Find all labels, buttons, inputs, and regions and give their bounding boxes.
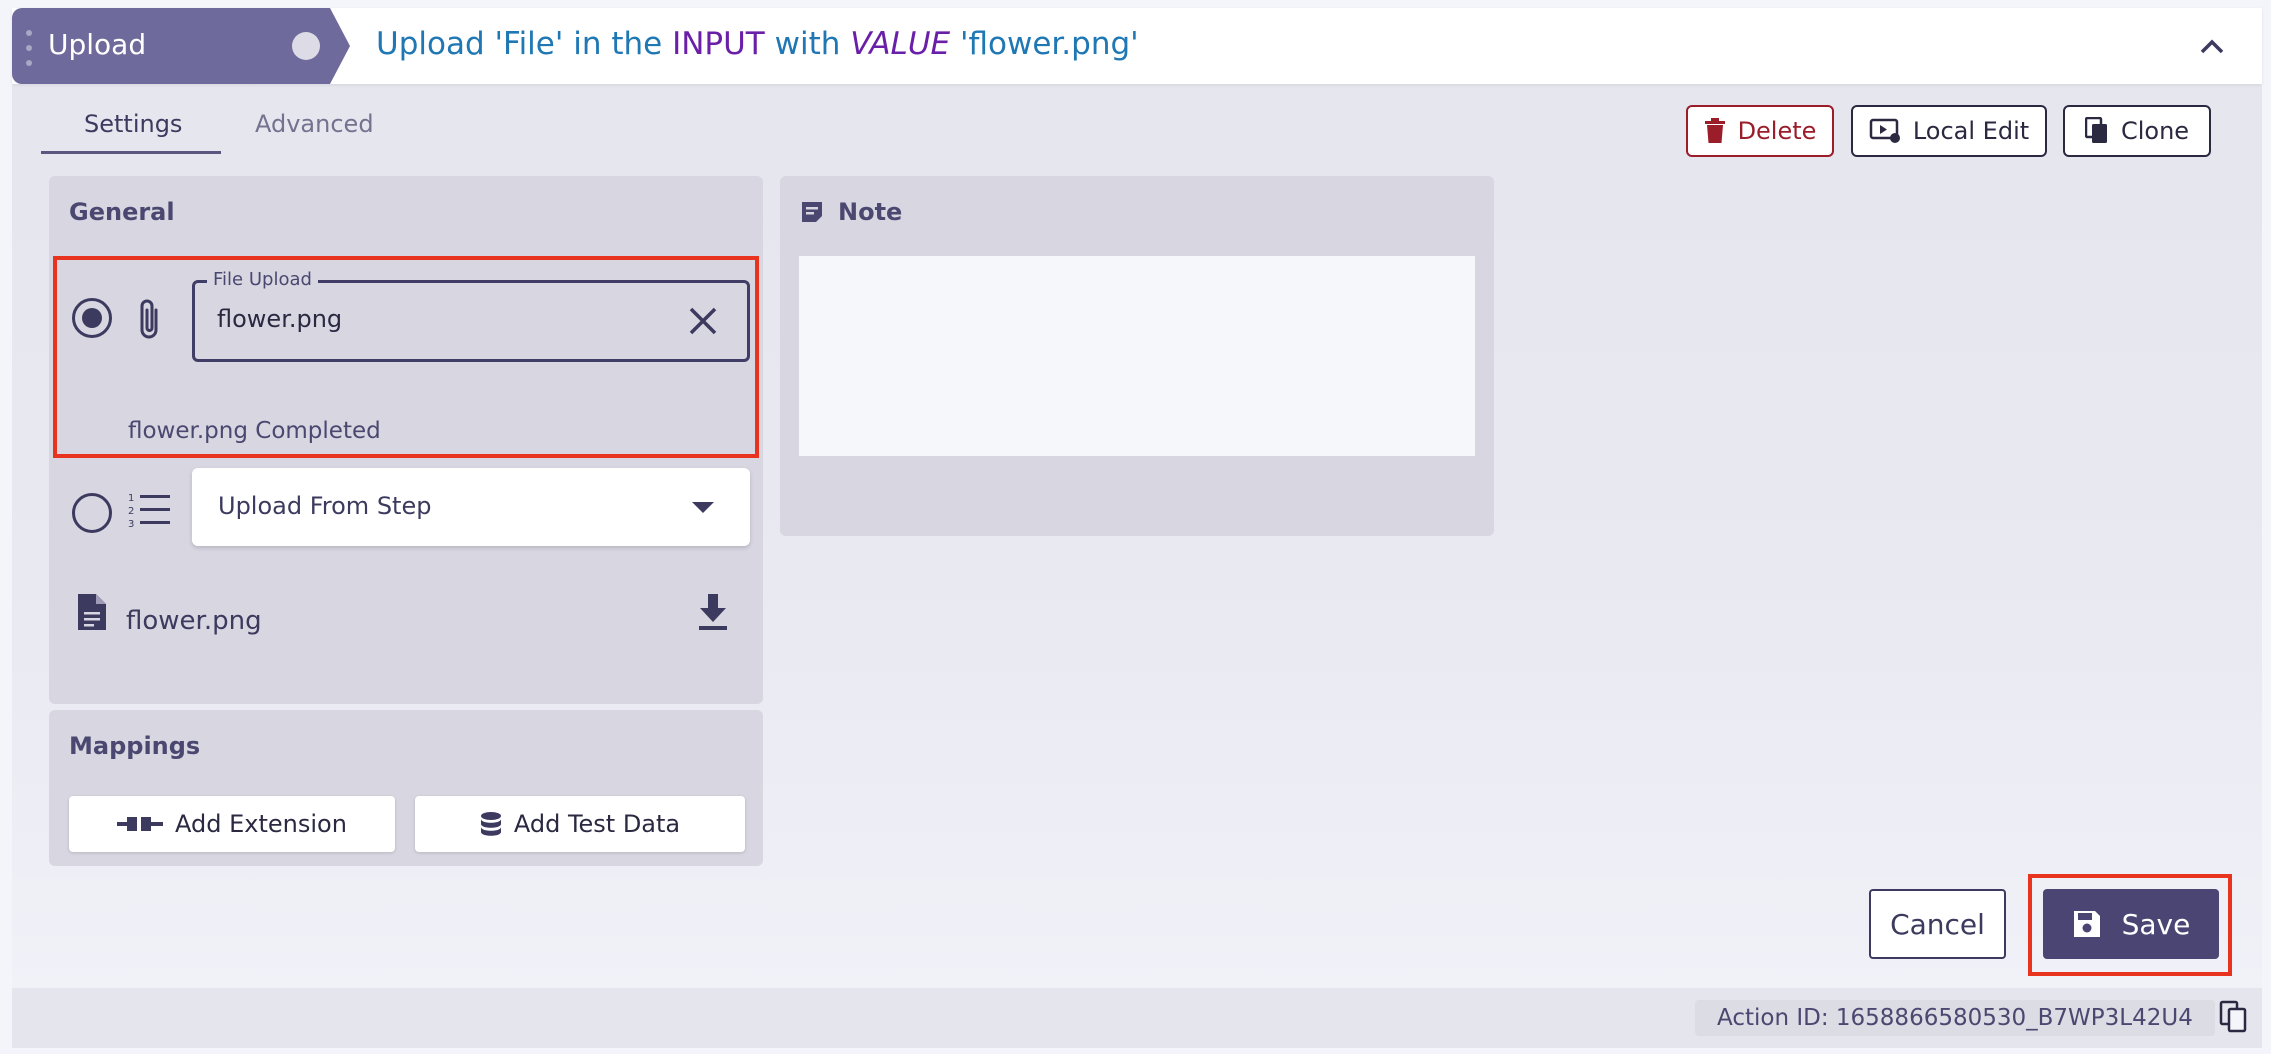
local-edit-button[interactable]: Local Edit bbox=[1851, 105, 2047, 157]
add-test-data-button[interactable]: Add Test Data bbox=[415, 796, 745, 852]
copy-action-id-icon[interactable] bbox=[2219, 1000, 2253, 1036]
plug-extension-icon bbox=[117, 815, 164, 833]
note-textarea[interactable] bbox=[799, 256, 1475, 456]
step-description-file: 'flower.png' bbox=[950, 26, 1139, 62]
status-dot-icon bbox=[292, 32, 320, 60]
clear-close-icon[interactable] bbox=[683, 301, 723, 341]
action-id-text: Action ID: 1658866580530_B7WP3L42U4 bbox=[1695, 1000, 2215, 1036]
file-upload-legend: File Upload bbox=[207, 269, 318, 290]
step-description-value-label: VALUE bbox=[850, 26, 951, 62]
step-description-text: Upload 'File' in the bbox=[376, 26, 673, 62]
database-icon bbox=[480, 811, 502, 837]
paperclip-icon bbox=[136, 298, 164, 342]
caret-down-icon bbox=[692, 502, 714, 513]
mappings-title: Mappings bbox=[69, 732, 201, 760]
collapse-chevron-up-icon[interactable] bbox=[2192, 28, 2232, 64]
save-button[interactable]: Save bbox=[2043, 889, 2219, 959]
download-icon[interactable] bbox=[696, 592, 730, 632]
local-edit-label: Local Edit bbox=[1912, 117, 2030, 145]
svg-text:3: 3 bbox=[128, 519, 134, 530]
copy-icon bbox=[2084, 117, 2109, 145]
step-editor: Upload Upload 'File' in the INPUT with V… bbox=[12, 8, 2262, 1048]
add-test-data-label: Add Test Data bbox=[513, 810, 681, 838]
file-upload-value: flower.png bbox=[217, 305, 343, 333]
file-document-icon bbox=[76, 592, 108, 632]
svg-text:1: 1 bbox=[128, 493, 134, 504]
action-type-label: Upload bbox=[48, 28, 147, 61]
tab-active-indicator bbox=[41, 151, 221, 154]
step-description-element: INPUT bbox=[672, 26, 765, 62]
delete-button[interactable]: Delete bbox=[1686, 105, 1834, 157]
drag-handle-icon[interactable] bbox=[26, 30, 32, 66]
file-upload-field[interactable]: File Upload flower.png bbox=[192, 269, 750, 362]
add-extension-button[interactable]: Add Extension bbox=[69, 796, 395, 852]
step-description: Upload 'File' in the INPUT with VALUE 'f… bbox=[376, 26, 1139, 62]
local-edit-icon bbox=[1869, 118, 1901, 144]
general-title: General bbox=[69, 198, 175, 226]
save-label: Save bbox=[2121, 907, 2191, 941]
step-header: Upload Upload 'File' in the INPUT with V… bbox=[12, 8, 2262, 84]
upload-from-step-radio[interactable] bbox=[72, 493, 112, 533]
tab-advanced[interactable]: Advanced bbox=[255, 110, 374, 138]
upload-status-text: flower.png Completed bbox=[128, 418, 381, 444]
action-type-pill[interactable]: Upload bbox=[12, 8, 350, 84]
upload-from-step-value: Upload From Step bbox=[218, 492, 432, 520]
clone-button[interactable]: Clone bbox=[2063, 105, 2211, 157]
add-extension-label: Add Extension bbox=[175, 810, 347, 838]
step-description-with: with bbox=[764, 26, 851, 62]
file-upload-radio[interactable] bbox=[72, 298, 112, 338]
numbered-list-icon: 1 2 3 bbox=[128, 490, 172, 530]
cancel-button[interactable]: Cancel bbox=[1869, 889, 2006, 959]
clone-label: Clone bbox=[2120, 117, 2190, 145]
note-title: Note bbox=[838, 198, 903, 226]
svg-text:2: 2 bbox=[128, 506, 134, 517]
upload-from-step-select[interactable]: Upload From Step bbox=[192, 468, 750, 546]
note-icon bbox=[800, 200, 824, 224]
floppy-save-icon bbox=[2072, 909, 2102, 939]
delete-label: Delete bbox=[1737, 117, 1817, 145]
uploaded-file-name: flower.png bbox=[126, 606, 262, 636]
trash-icon bbox=[1704, 118, 1726, 144]
tab-settings[interactable]: Settings bbox=[84, 110, 182, 138]
